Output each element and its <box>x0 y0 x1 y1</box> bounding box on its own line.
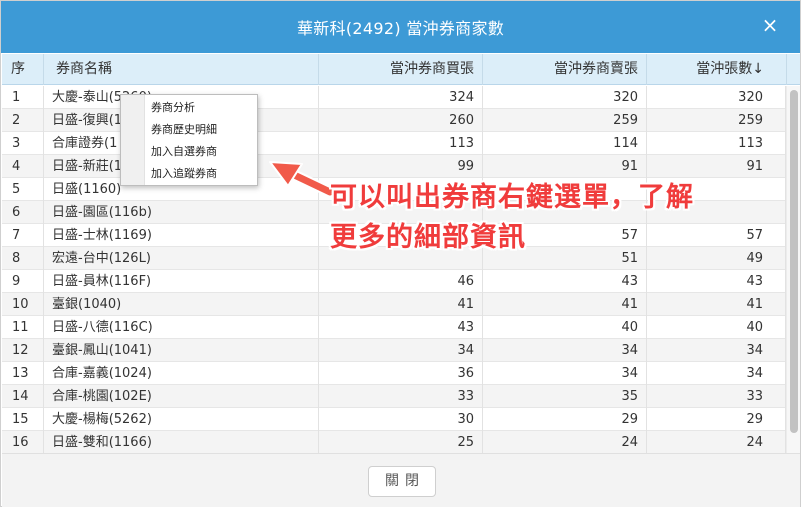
row-index: 6 <box>2 201 44 224</box>
row-count: 43 <box>647 270 786 293</box>
row-count: 259 <box>647 109 786 132</box>
close-button[interactable]: 關閉 <box>368 466 436 497</box>
scrollbar-thumb[interactable] <box>790 90 798 433</box>
row-index: 14 <box>2 385 44 408</box>
row-broker-name: 宏遠-台中(126L) <box>44 247 319 270</box>
table-row[interactable]: 14 合庫-桃園(102E) 33 35 33 <box>2 385 786 408</box>
column-header-sell[interactable]: 當沖券商賣張 <box>483 54 647 85</box>
row-broker-name: 日盛-八德(116C) <box>44 316 319 339</box>
row-sell: 29 <box>483 408 647 431</box>
row-count: 34 <box>647 339 786 362</box>
dialog-titlebar: 華新科(2492) 當沖券商家數 × <box>1 1 800 53</box>
table-row[interactable]: 11 日盛-八德(116C) 43 40 40 <box>2 316 786 339</box>
row-count: 24 <box>647 431 786 453</box>
table-row[interactable]: 10 臺銀(1040) 41 41 41 <box>2 293 786 316</box>
annotation-line-1: 可以叫出券商右鍵選單，了解 <box>330 182 694 213</box>
table-row[interactable]: 9 日盛-員林(116F) 46 43 43 <box>2 270 786 293</box>
column-header-index[interactable]: 序 <box>2 54 44 85</box>
row-broker-name: 合庫-嘉義(1024) <box>44 362 319 385</box>
row-sell: 114 <box>483 132 647 155</box>
row-sell: 40 <box>483 316 647 339</box>
row-sell: 35 <box>483 385 647 408</box>
table-row[interactable]: 13 合庫-嘉義(1024) 36 34 34 <box>2 362 786 385</box>
row-count: 40 <box>647 316 786 339</box>
annotation-line-2: 更多的細部資訊 <box>330 222 526 253</box>
close-icon[interactable]: × <box>760 15 780 35</box>
row-index: 12 <box>2 339 44 362</box>
row-buy: 34 <box>319 339 483 362</box>
row-count: 320 <box>647 86 786 109</box>
row-index: 11 <box>2 316 44 339</box>
row-count: 113 <box>647 132 786 155</box>
row-buy: 324 <box>319 86 483 109</box>
row-broker-name: 日盛-士林(1169) <box>44 224 319 247</box>
row-index: 10 <box>2 293 44 316</box>
row-buy: 260 <box>319 109 483 132</box>
column-header-count[interactable]: 當沖張數↓ <box>647 54 787 85</box>
column-header-buy[interactable]: 當沖券商買張 <box>319 54 483 85</box>
row-buy: 46 <box>319 270 483 293</box>
row-buy: 36 <box>319 362 483 385</box>
row-count: 91 <box>647 155 786 178</box>
row-buy: 41 <box>319 293 483 316</box>
row-sell: 320 <box>483 86 647 109</box>
row-index: 9 <box>2 270 44 293</box>
row-buy: 43 <box>319 316 483 339</box>
menu-item-broker-analysis[interactable]: 券商分析 <box>151 97 255 119</box>
row-buy: 25 <box>319 431 483 453</box>
row-sell: 24 <box>483 431 647 453</box>
row-sell: 34 <box>483 339 647 362</box>
row-index: 7 <box>2 224 44 247</box>
dialog-title: 華新科(2492) 當沖券商家數 <box>296 19 505 38</box>
dialog-footer: 關閉 <box>2 453 800 507</box>
row-count: 29 <box>647 408 786 431</box>
row-index: 8 <box>2 247 44 270</box>
row-index: 15 <box>2 408 44 431</box>
row-index: 5 <box>2 178 44 201</box>
table-row[interactable]: 15 大慶-楊梅(5262) 30 29 29 <box>2 408 786 431</box>
row-index: 13 <box>2 362 44 385</box>
row-buy: 33 <box>319 385 483 408</box>
annotation-text: 可以叫出券商右鍵選單，了解 更多的細部資訊 <box>330 178 694 258</box>
row-index: 16 <box>2 431 44 453</box>
row-sell: 91 <box>483 155 647 178</box>
row-sell: 34 <box>483 362 647 385</box>
menu-item-add-tracking[interactable]: 加入追蹤券商 <box>151 163 255 185</box>
row-broker-name: 臺銀-鳳山(1041) <box>44 339 319 362</box>
row-count: 41 <box>647 293 786 316</box>
row-broker-name: 大慶-楊梅(5262) <box>44 408 319 431</box>
row-index: 2 <box>2 109 44 132</box>
context-menu-gutter <box>121 95 145 185</box>
row-buy: 113 <box>319 132 483 155</box>
row-count: 33 <box>647 385 786 408</box>
row-broker-name: 日盛-雙和(1166) <box>44 431 319 453</box>
table-row[interactable]: 12 臺銀-鳳山(1041) 34 34 34 <box>2 339 786 362</box>
row-index: 3 <box>2 132 44 155</box>
row-broker-name: 臺銀(1040) <box>44 293 319 316</box>
vertical-scrollbar[interactable] <box>786 86 800 453</box>
column-header-broker-name[interactable]: 券商名稱 <box>44 54 319 85</box>
row-sell: 41 <box>483 293 647 316</box>
menu-item-add-favorite[interactable]: 加入自選券商 <box>151 141 255 163</box>
table-header: 序 券商名稱 當沖券商買張 當沖券商賣張 當沖張數↓ <box>2 54 800 85</box>
menu-item-broker-history[interactable]: 券商歷史明細 <box>151 119 255 141</box>
row-sell: 259 <box>483 109 647 132</box>
row-buy: 99 <box>319 155 483 178</box>
sort-desc-icon: ↓ <box>752 61 764 77</box>
row-index: 1 <box>2 86 44 109</box>
row-sell: 43 <box>483 270 647 293</box>
row-broker-name: 合庫-桃園(102E) <box>44 385 319 408</box>
row-count: 34 <box>647 362 786 385</box>
row-index: 4 <box>2 155 44 178</box>
table-row[interactable]: 16 日盛-雙和(1166) 25 24 24 <box>2 431 786 453</box>
broker-context-menu: 券商分析 券商歷史明細 加入自選券商 加入追蹤券商 <box>120 94 258 186</box>
column-header-count-label: 當沖張數 <box>696 61 753 77</box>
row-broker-name: 日盛-員林(116F) <box>44 270 319 293</box>
row-buy: 30 <box>319 408 483 431</box>
